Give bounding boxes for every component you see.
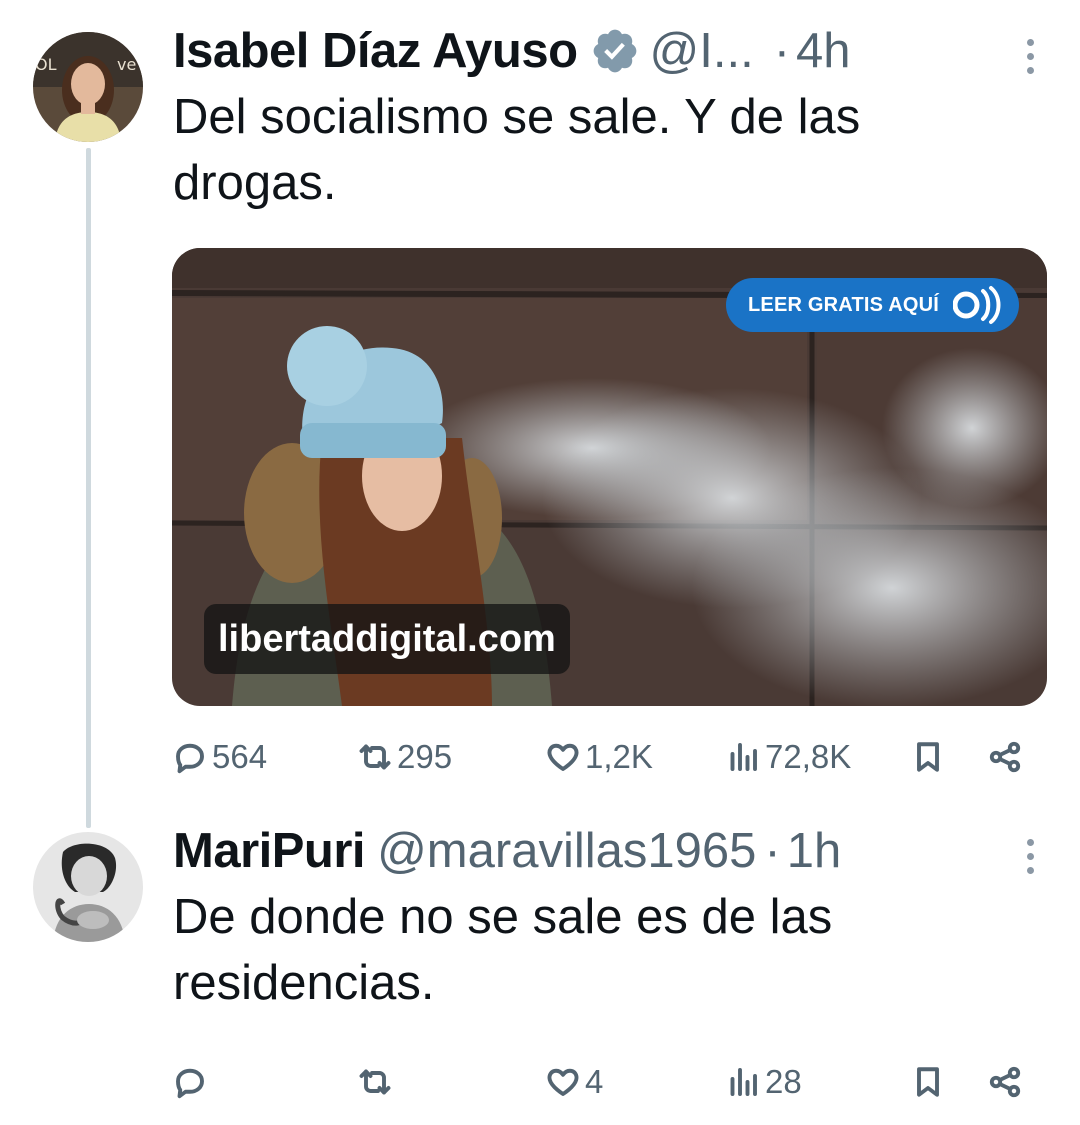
action-bar: 564 295 1,2K 72,8K (172, 732, 1032, 782)
tweet-text: De donde no se sale es de las residencia… (173, 890, 833, 1010)
views-count: 72,8K (765, 738, 852, 775)
share-icon (989, 741, 1021, 773)
read-free-cta-button[interactable]: LEER GRATIS AQUÍ (726, 278, 1019, 332)
svg-text:ve: ve (117, 55, 136, 74)
views-button[interactable]: 72,8K (725, 732, 851, 782)
broadcast-logo-icon (953, 286, 1001, 324)
timestamp[interactable]: 4h (796, 23, 851, 79)
link-card-media[interactable]: LEER GRATIS AQUÍ libertaddigital.com (172, 248, 1047, 706)
share-icon (989, 1066, 1021, 1098)
like-count: 4 (585, 1063, 604, 1100)
author-handle[interactable]: @maravillas1965 (377, 823, 756, 879)
separator-dot: · (773, 24, 791, 78)
like-count: 1,2K (585, 738, 653, 775)
author-name[interactable]: Isabel Díaz Ayuso (173, 23, 578, 79)
like-button[interactable]: 1,2K (545, 732, 653, 782)
tweet-header: Isabel Díaz Ayuso @I... · 4h (173, 20, 1033, 82)
reply-button[interactable] (172, 1057, 212, 1107)
bookmark-icon (917, 742, 939, 772)
bookmark-button[interactable] (910, 1057, 946, 1107)
retweet-icon (359, 1069, 391, 1095)
views-icon (730, 1068, 757, 1096)
retweet-icon (359, 744, 391, 770)
cta-label: LEER GRATIS AQUÍ (748, 293, 939, 316)
avatar[interactable]: OL ve (33, 32, 143, 142)
more-options-icon[interactable] (1020, 26, 1040, 86)
bookmark-icon (917, 1067, 939, 1097)
reply-button[interactable]: 564 (172, 732, 267, 782)
svg-text:OL: OL (35, 55, 57, 74)
like-icon (547, 1068, 579, 1096)
tweet-header: MariPuri @maravillas1965 · 1h (173, 820, 1033, 882)
more-options-icon[interactable] (1020, 826, 1040, 886)
bookmark-button[interactable] (910, 732, 946, 782)
timestamp[interactable]: 1h (787, 823, 842, 879)
retweet-count: 295 (397, 738, 453, 775)
author-name[interactable]: MariPuri (173, 823, 366, 879)
reply-icon (176, 743, 204, 774)
author-handle[interactable]: @I... (650, 23, 754, 79)
retweet-button[interactable]: 295 (357, 732, 452, 782)
verified-badge-icon (593, 29, 636, 73)
share-button[interactable] (987, 732, 1023, 782)
views-icon (730, 743, 757, 771)
separator-dot: · (764, 824, 781, 878)
retweet-button[interactable] (357, 1057, 397, 1107)
like-button[interactable]: 4 (545, 1057, 603, 1107)
link-domain-badge: libertaddigital.com (204, 604, 570, 674)
share-button[interactable] (987, 1057, 1023, 1107)
reply-count: 564 (212, 738, 268, 775)
tweet-text: Del socialismo se sale. Y de las drogas. (173, 90, 861, 210)
views-button[interactable]: 28 (725, 1057, 802, 1107)
avatar[interactable] (33, 832, 143, 942)
views-count: 28 (765, 1063, 802, 1100)
reply-icon (176, 1068, 204, 1099)
action-bar: 4 28 (172, 1057, 1032, 1107)
thread-connector-line (86, 148, 91, 828)
like-icon (547, 743, 579, 771)
